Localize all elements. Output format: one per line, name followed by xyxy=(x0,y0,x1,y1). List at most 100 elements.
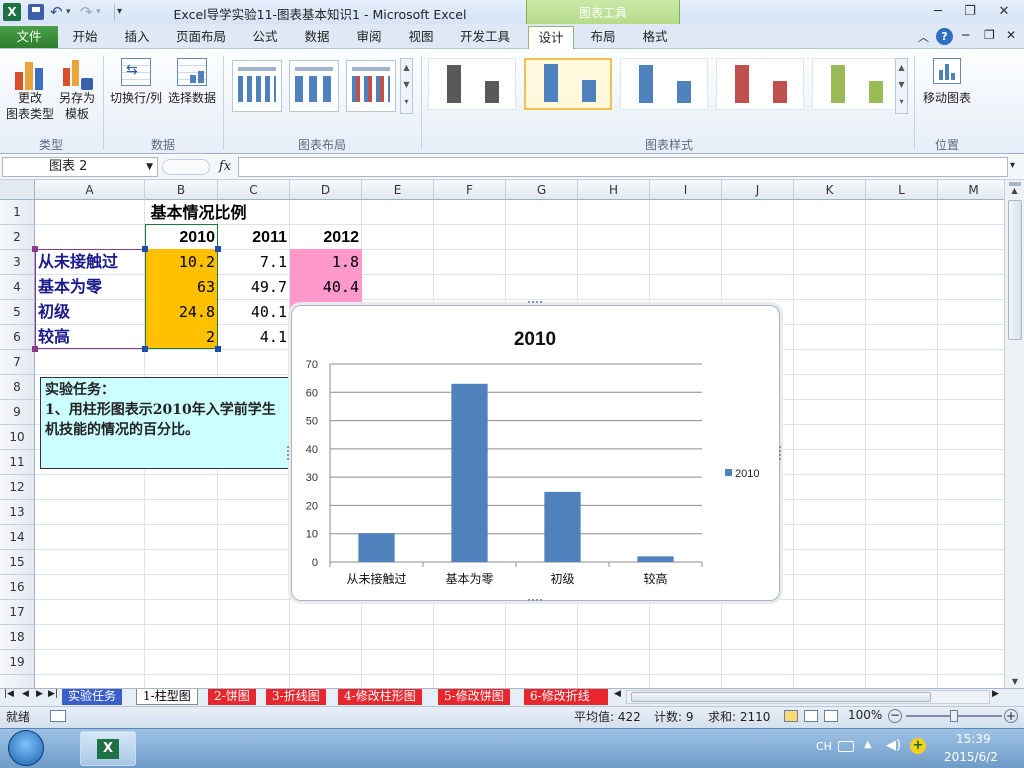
horizontal-scrollbar[interactable] xyxy=(626,690,990,704)
tab-developer[interactable]: 开发工具 xyxy=(452,26,518,48)
column-header-m[interactable]: M xyxy=(938,180,1004,200)
chart-layout-2-thumb[interactable] xyxy=(289,60,339,112)
name-box[interactable]: 图表 2 ▼ xyxy=(2,157,158,177)
column-header-i[interactable]: I xyxy=(650,180,722,200)
chart-resize-handle[interactable] xyxy=(287,446,291,460)
sheet-tab-pie[interactable]: 2-饼图 xyxy=(208,689,256,705)
tab-home[interactable]: 开始 xyxy=(62,26,108,48)
column-header-d[interactable]: D xyxy=(290,180,362,200)
first-sheet-icon[interactable]: |◀ xyxy=(4,689,14,699)
tab-design[interactable]: 设计 xyxy=(528,26,574,50)
column-header-k[interactable]: K xyxy=(794,180,866,200)
task-textbox[interactable]: 实验任务： 1、用柱形图表示2010年入学前学生 机技能的情况的百分比。 xyxy=(40,377,302,469)
sheet-tab-edit-pie[interactable]: 5-修改饼图 xyxy=(438,689,510,705)
legend-label[interactable]: 2010 xyxy=(735,468,759,480)
tab-insert[interactable]: 插入 xyxy=(114,26,160,48)
chart-resize-handle[interactable] xyxy=(779,446,783,460)
row-header-18[interactable]: 18 xyxy=(0,625,35,650)
clock-date[interactable]: 2015/6/2 xyxy=(944,750,998,764)
show-hidden-icons[interactable]: ▲ xyxy=(864,739,872,750)
chart-style-4-thumb[interactable] xyxy=(716,58,804,110)
scroll-up-icon[interactable]: ▲ xyxy=(1005,186,1024,200)
chart-style-2-thumb[interactable] xyxy=(524,58,612,110)
tab-page-layout[interactable]: 页面布局 xyxy=(170,26,232,48)
formula-bar-resize-handle[interactable] xyxy=(162,159,210,175)
change-chart-type-button[interactable]: 更改 图表类型 xyxy=(6,56,54,128)
chart-style-3-thumb[interactable] xyxy=(620,58,708,110)
row-header-17[interactable]: 17 xyxy=(0,600,35,625)
row-header-5[interactable]: 5 xyxy=(0,300,35,325)
keyboard-icon[interactable] xyxy=(838,741,854,752)
name-box-dropdown-icon[interactable]: ▼ xyxy=(146,158,153,176)
formula-input[interactable] xyxy=(238,157,1008,177)
range-handle[interactable] xyxy=(215,246,221,252)
row-header-6[interactable]: 6 xyxy=(0,325,35,350)
zoom-slider-thumb[interactable] xyxy=(950,710,958,722)
tab-review[interactable]: 审阅 xyxy=(348,26,390,48)
row-header-11[interactable]: 11 xyxy=(0,450,35,475)
bar-3[interactable] xyxy=(544,491,581,562)
column-header-g[interactable]: G xyxy=(506,180,578,200)
save-as-template-button[interactable]: 另存为 模板 xyxy=(56,56,98,128)
sheet-tab-edit-line[interactable]: 6-修改折线 xyxy=(524,689,608,705)
table-title[interactable]: 基本情况比例 xyxy=(35,201,362,226)
tab-formulas[interactable]: 公式 xyxy=(244,26,286,48)
page-break-view-icon[interactable] xyxy=(824,710,838,722)
scroll-down-icon[interactable]: ▼ xyxy=(1005,677,1024,686)
hscroll-left-icon[interactable]: ◀ xyxy=(614,689,621,699)
row-header-15[interactable]: 15 xyxy=(0,550,35,575)
tab-view[interactable]: 视图 xyxy=(400,26,442,48)
bar-2[interactable] xyxy=(451,383,488,562)
chart-style-1-thumb[interactable] xyxy=(428,58,516,110)
header-2012[interactable]: 2012 xyxy=(290,226,362,251)
last-sheet-icon[interactable]: ▶| xyxy=(48,689,58,699)
cell-v2011[interactable]: 40.1 xyxy=(218,300,290,325)
move-chart-button[interactable]: 移动图表 xyxy=(918,56,976,116)
bar-1[interactable] xyxy=(358,533,395,562)
bar-4[interactable] xyxy=(637,556,674,562)
chart-layout-1-thumb[interactable] xyxy=(232,60,282,112)
column-chart[interactable]: 2010 0 10 20 30 40 50 60 70 从未接触过 基本为零 初级 较高 2010 xyxy=(292,306,779,600)
scroll-thumb[interactable] xyxy=(1007,200,1022,340)
workbook-close-icon[interactable]: ✕ xyxy=(1006,28,1016,42)
cell-v2011[interactable]: 7.1 xyxy=(218,250,290,275)
row-header-12[interactable]: 12 xyxy=(0,475,35,500)
chart-layout-3-thumb[interactable] xyxy=(346,60,396,112)
column-header-a[interactable]: A xyxy=(35,180,145,200)
column-header-h[interactable]: H xyxy=(578,180,650,200)
vertical-scrollbar[interactable]: ▲ ▼ xyxy=(1004,180,1024,688)
cell-v2011[interactable]: 4.1 xyxy=(218,325,290,350)
restore-button[interactable]: ❐ xyxy=(958,2,982,22)
select-all-corner[interactable] xyxy=(0,180,35,200)
range-handle[interactable] xyxy=(142,346,148,352)
range-handle[interactable] xyxy=(215,346,221,352)
minimize-ribbon-icon[interactable]: ︿ xyxy=(918,29,929,45)
column-header-f[interactable]: F xyxy=(434,180,506,200)
row-header-16[interactable]: 16 xyxy=(0,575,35,600)
sheet-tab-task[interactable]: 实验任务 xyxy=(62,689,123,705)
input-language[interactable]: CH xyxy=(816,740,832,753)
range-handle[interactable] xyxy=(32,346,38,352)
normal-view-icon[interactable] xyxy=(784,710,798,722)
macro-record-icon[interactable] xyxy=(50,710,66,722)
cell-v2011[interactable]: 49.7 xyxy=(218,275,290,300)
worksheet-grid[interactable]: ABCDEFGHIJKLM 1 2 3 4 5 6 7 8 9 10 11 12 13 14 15 16 17 1… xyxy=(0,180,1004,688)
row-header-3[interactable]: 3 xyxy=(0,250,35,275)
row-header-partial[interactable] xyxy=(0,675,35,688)
cell-v2012[interactable]: 1.8 xyxy=(290,250,362,275)
sheet-tab-edit-column[interactable]: 4-修改柱形图 xyxy=(338,689,422,705)
row-header-10[interactable]: 10 xyxy=(0,425,35,450)
prev-sheet-icon[interactable]: ◀ xyxy=(22,689,29,699)
column-header-l[interactable]: L xyxy=(866,180,938,200)
row-header-4[interactable]: 4 xyxy=(0,275,35,300)
style-gallery-scroll[interactable]: ▲ ▼ ▾ xyxy=(895,58,908,114)
tab-file[interactable]: 文件 xyxy=(0,26,58,48)
hscroll-thumb[interactable] xyxy=(631,692,931,702)
select-data-button[interactable]: 选择数据 xyxy=(166,56,218,116)
row-header-19[interactable]: 19 xyxy=(0,650,35,675)
page-layout-view-icon[interactable] xyxy=(804,710,818,722)
row-header-8[interactable]: 8 xyxy=(0,375,35,400)
chart-title[interactable]: 2010 xyxy=(514,329,556,350)
zoom-level[interactable]: 100% xyxy=(848,708,882,722)
next-sheet-icon[interactable]: ▶ xyxy=(36,689,43,699)
